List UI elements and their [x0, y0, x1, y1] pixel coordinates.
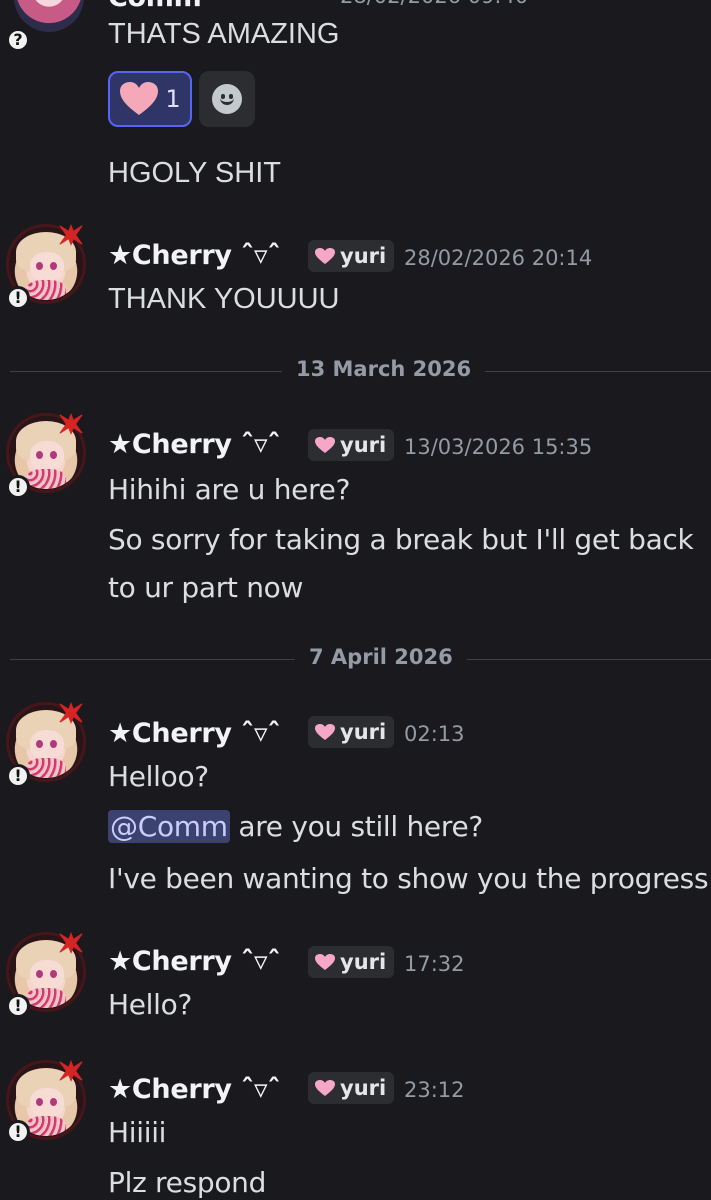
status-alert-icon: ! [6, 286, 30, 310]
message-group: ! ★Cherry ˆ▿ˆ yuri 02:13 Helloo? @Comm a… [0, 700, 711, 900]
reaction-heart-button[interactable]: 1 [108, 71, 192, 127]
role-tag[interactable]: yuri [308, 429, 395, 461]
role-tag[interactable]: yuri [308, 716, 395, 748]
partial-username[interactable]: Comm [108, 0, 202, 13]
message-group: ! ★Cherry ˆ▿ˆ yuri 28/02/2026 20:14 THAN… [0, 222, 711, 322]
message-text: to ur part now [108, 571, 304, 604]
message-group: ! ★Cherry ˆ▿ˆ yuri 17:32 Hello? [0, 930, 711, 1040]
message-text: Helloo? [108, 760, 209, 793]
date-divider-label: 13 March 2026 [282, 357, 486, 381]
message-text: HGOLY SHIT [108, 157, 281, 189]
avatar-comm[interactable] [14, 0, 84, 32]
username[interactable]: ★Cherry ˆ▿ˆ [108, 240, 281, 271]
date-divider-label: 7 April 2026 [295, 645, 467, 669]
username[interactable]: ★Cherry ˆ▿ˆ [108, 429, 281, 460]
status-alert-icon: ! [6, 994, 30, 1018]
role-tag-label: yuri [340, 433, 387, 457]
partial-timestamp: 28/02/2026 09:40 [340, 0, 528, 8]
role-tag-label: yuri [340, 950, 387, 974]
role-tag-label: yuri [340, 1076, 387, 1100]
pixel-heart-icon [315, 724, 335, 740]
message-text: Plz respond [108, 1166, 267, 1199]
username[interactable]: ★Cherry ˆ▿ˆ [108, 946, 281, 977]
message-text: Hihihi are u here? [108, 473, 351, 506]
role-tag[interactable]: yuri [308, 1072, 395, 1104]
message-text: THATS AMAZING [108, 18, 340, 50]
timestamp: 13/03/2026 15:35 [404, 435, 593, 459]
timestamp: 17:32 [404, 952, 465, 976]
add-reaction-button[interactable] [199, 71, 255, 127]
pixel-heart-icon [315, 1080, 335, 1096]
username[interactable]: ★Cherry ˆ▿ˆ [108, 1074, 281, 1105]
timestamp: 23:12 [404, 1078, 465, 1102]
pixel-heart-icon [315, 437, 335, 453]
status-alert-icon: ! [6, 1120, 30, 1144]
message-text: Hello? [108, 988, 193, 1021]
status-alert-icon: ! [6, 475, 30, 499]
user-mention[interactable]: @Comm [108, 810, 230, 843]
timestamp: 28/02/2026 20:14 [404, 246, 593, 270]
message-text: I've been wanting to show you the progre… [108, 862, 709, 895]
message-text: Hiiiii [108, 1116, 167, 1149]
message-group: ! ★Cherry ˆ▿ˆ yuri 23:12 Hiiiii Plz resp… [0, 1058, 711, 1200]
status-alert-icon: ! [6, 764, 30, 788]
message-text: So sorry for taking a break but I'll get… [108, 523, 694, 556]
add-reaction-icon [212, 84, 242, 114]
reaction-count: 1 [165, 85, 181, 113]
role-tag[interactable]: yuri [308, 240, 395, 272]
pixel-heart-icon [315, 248, 335, 264]
status-unknown-icon: ? [6, 28, 30, 52]
username[interactable]: ★Cherry ˆ▿ˆ [108, 718, 281, 749]
message-text-with-mention: @Comm are you still here? [108, 810, 483, 844]
role-tag-label: yuri [340, 720, 387, 744]
timestamp: 02:13 [404, 722, 465, 746]
message-text: THANK YOUUUU [108, 283, 340, 315]
pixel-heart-icon [315, 954, 335, 970]
message-text: are you still here? [238, 810, 483, 843]
message-group: ! ★Cherry ˆ▿ˆ yuri 13/03/2026 15:35 Hihi… [0, 411, 711, 611]
role-tag-label: yuri [340, 244, 387, 268]
pink-heart-icon [120, 82, 159, 115]
role-tag[interactable]: yuri [308, 946, 395, 978]
